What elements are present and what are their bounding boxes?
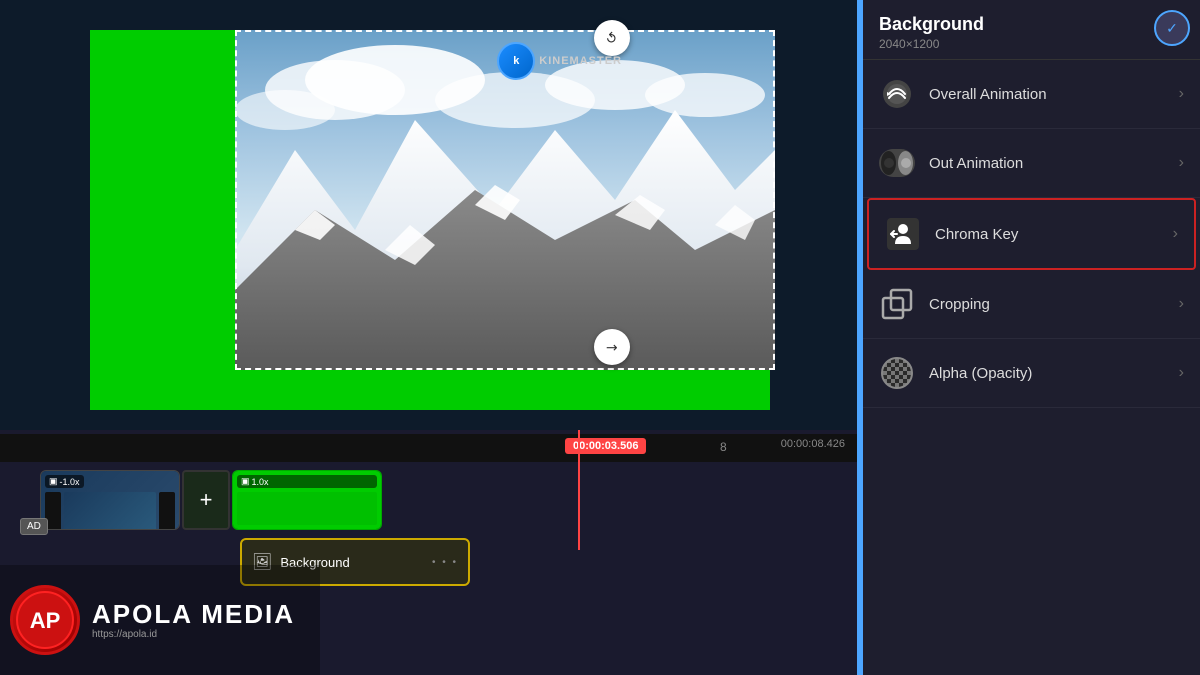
alpha-opacity-label: Alpha (Opacity) [929, 365, 1179, 382]
video-clip-left[interactable]: ▣ -1.0x [40, 470, 180, 530]
panel-title: Background [879, 14, 1184, 35]
watermark-text-block: APOLA MEDIA https://apola.id [92, 601, 295, 640]
chroma-key-label: Chroma Key [935, 226, 1173, 243]
speed-label-right: 1.0x [252, 477, 269, 487]
preview-area: ↺ ↗ k KINEMASTER 00:00:03.506 8 [0, 0, 860, 675]
panel-items-list: Overall Animation › Out Animation › [863, 60, 1200, 675]
panel-item-out-animation[interactable]: Out Animation › [863, 129, 1200, 198]
canvas-content: ↺ ↗ k KINEMASTER [90, 30, 770, 410]
ruler-number-8: 8 [720, 440, 727, 454]
panel-item-overall-animation[interactable]: Overall Animation › [863, 60, 1200, 129]
timeline-playhead [578, 430, 580, 550]
plus-icon: + [200, 487, 213, 513]
main-video-track: ▣ -1.0x + [40, 470, 860, 530]
canvas-wrapper: ↺ ↗ k KINEMASTER [0, 0, 860, 430]
overall-animation-label: Overall Animation [929, 86, 1179, 103]
cropping-arrow: › [1179, 295, 1184, 313]
kinemaster-badge: k [497, 42, 535, 80]
mountain-video-layer [235, 30, 775, 370]
panel-item-alpha-opacity[interactable]: Alpha (Opacity) › [863, 339, 1200, 408]
out-animation-icon [879, 145, 915, 181]
timeline-area: 00:00:03.506 8 00:00:08.426 ▣ -1.0x [0, 430, 860, 675]
watermark: AP APOLA MEDIA https://apola.id [0, 565, 320, 675]
timeline-ruler: 00:00:03.506 8 00:00:08.426 [0, 434, 860, 462]
screen-icon-left: ▣ [49, 476, 58, 487]
video-clip-green[interactable]: ▣ 1.0x [232, 470, 382, 530]
cropping-label: Cropping [929, 296, 1179, 313]
speed-badge-right: ▣ 1.0x [237, 475, 377, 488]
panel-item-cropping[interactable]: Cropping › [863, 270, 1200, 339]
overall-animation-icon [879, 76, 915, 112]
watermark-subtitle: https://apola.id [92, 629, 295, 640]
green-clip-inner: ▣ 1.0x [233, 471, 381, 529]
add-clip-button[interactable]: + [182, 470, 230, 530]
out-animation-label: Out Animation [929, 155, 1179, 172]
background-track-row: 🖼 Background • • • [240, 538, 860, 586]
alpha-opacity-icon [879, 355, 915, 391]
end-time-marker: 00:00:08.426 [781, 438, 845, 450]
close-chevron-icon: ✓ [1166, 20, 1178, 37]
cropping-icon [879, 286, 915, 322]
panel-item-chroma-key[interactable]: Chroma Key › [867, 198, 1196, 270]
kinemaster-text: KINEMASTER [539, 55, 622, 67]
panel-header: Background 2040×1200 [863, 0, 1200, 60]
svg-text:AP: AP [30, 608, 61, 633]
screen-icon-right: ▣ [241, 476, 250, 487]
speed-badge-left: ▣ -1.0x [45, 475, 84, 488]
watermark-logo: AP [10, 585, 80, 655]
alpha-opacity-arrow: › [1179, 364, 1184, 382]
panel-close-button[interactable]: ✓ [1154, 10, 1190, 46]
background-clip-dots: • • • [432, 557, 458, 568]
speed-label-left: -1.0x [60, 477, 80, 487]
chroma-key-arrow: › [1173, 225, 1178, 243]
panel-dimensions: 2040×1200 [879, 37, 1184, 51]
kinemaster-logo-area: k KINEMASTER [497, 42, 622, 80]
overall-animation-arrow: › [1179, 85, 1184, 103]
chroma-key-icon [885, 216, 921, 252]
right-panel: ✓ Background 2040×1200 Overall Animati [860, 0, 1200, 675]
out-animation-arrow: › [1179, 154, 1184, 172]
kinemaster-badge-icon: k [513, 55, 519, 67]
clip-thumbnail-left: ▣ -1.0x [41, 471, 179, 529]
ad-badge: AD [20, 518, 48, 535]
resize-handle[interactable]: ↗ [594, 329, 630, 365]
main-container: ↺ ↗ k KINEMASTER 00:00:03.506 8 [0, 0, 1200, 675]
watermark-title: APOLA MEDIA [92, 601, 295, 627]
